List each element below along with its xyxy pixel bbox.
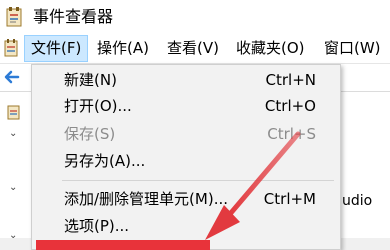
console-tree: ⌄ ⌄ ⌄ [0,92,30,250]
menu-item-new[interactable]: 新建(N) Ctrl+N [32,67,340,93]
menu-item-options[interactable]: 选项(P)... [32,213,340,239]
menu-item-label: 新建(N) [64,71,117,89]
menu-item-save-as[interactable]: 另存为(A)... [32,148,340,174]
event-viewer-node-icon[interactable] [7,104,21,120]
menu-item-shortcut: Ctrl+M [263,190,316,208]
menu-favorites[interactable]: 收藏夹(O) [230,35,311,62]
chevron-down-icon[interactable]: ⌄ [9,182,17,193]
file-menu-dropdown: 新建(N) Ctrl+N 打开(O)... Ctrl+O 保存(S) Ctrl+… [31,64,341,250]
right-pane [340,92,390,250]
window-title: 事件查看器 [33,7,114,26]
menu-item-save: 保存(S) Ctrl+S [32,121,340,147]
chevron-down-icon[interactable]: ⌄ [9,128,17,139]
event-viewer-app-icon [6,7,22,27]
title-bar: 事件查看器 [0,0,390,34]
menu-action[interactable]: 操作(A) [91,35,155,62]
menu-item-add-remove-snapin[interactable]: 添加/删除管理单元(M)... Ctrl+M [32,186,340,212]
menu-item-label: 保存(S) [64,125,116,143]
menu-item-shortcut: Ctrl+N [265,71,316,89]
annotation-highlight-box [36,240,210,250]
menu-file[interactable]: 文件(F) [24,35,89,62]
menu-view[interactable]: 查看(V) [161,35,225,62]
menu-item-shortcut: Ctrl+S [267,125,316,143]
system-menu-icon[interactable] [4,39,19,57]
menu-item-label: 选项(P)... [64,217,130,235]
menu-item-label: 另存为(A)... [64,152,146,170]
back-arrow-icon[interactable] [2,68,20,86]
menu-separator [62,180,334,181]
menu-item-label: 打开(O)... [64,97,132,115]
background-partial-text: udio [342,193,373,209]
menu-item-open[interactable]: 打开(O)... Ctrl+O [32,93,340,119]
menu-item-label: 添加/删除管理单元(M)... [64,190,229,208]
menu-item-shortcut: Ctrl+O [264,97,316,115]
menu-bar: 文件(F) 操作(A) 查看(V) 收藏夹(O) 窗口(W) [0,34,390,64]
menu-window[interactable]: 窗口(W) [318,35,387,62]
